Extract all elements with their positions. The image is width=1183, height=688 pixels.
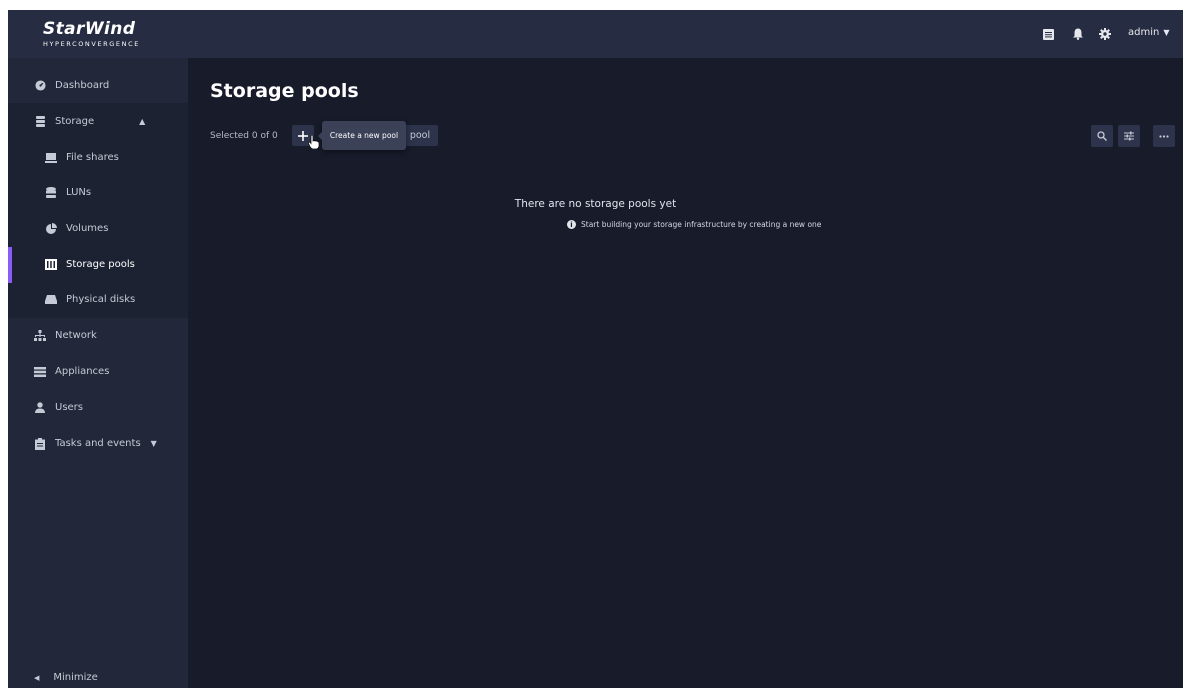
user-icon [34,402,46,414]
hand-cursor-icon [308,135,319,149]
sidebar-item-label: Storage pools [66,259,135,270]
pie-icon [45,223,57,235]
app-window: StarWind HYPERCONVERGENCE Dashboard Stor… [8,10,1183,688]
appliances-icon [34,366,46,378]
user-name: admin [1128,27,1160,38]
sidebar-item-volumes[interactable]: Volumes [8,211,188,246]
chevron-down-icon: ▼ [1163,28,1170,37]
page-title: Storage pools [210,80,359,102]
sidebar-item-label: Network [55,330,97,341]
plus-icon [298,130,308,141]
more-options-button[interactable] [1153,125,1175,147]
sidebar-item-label: LUNs [66,187,92,198]
ellipsis-icon [1159,134,1169,138]
minimize-label: Minimize [53,672,98,683]
chevron-up-icon: ▲ [139,117,146,126]
gear-icon[interactable] [1098,27,1112,41]
logo-subtitle: HYPERCONVERGENCE [43,40,140,48]
luns-icon [45,187,57,199]
sidebar-item-users[interactable]: Users [8,390,188,425]
calendar-icon[interactable] [1041,27,1055,41]
bell-icon[interactable] [1071,27,1085,41]
logo[interactable]: StarWind HYPERCONVERGENCE [8,10,188,58]
dashboard-icon [34,80,46,92]
empty-state-title: There are no storage pools yet [514,198,677,210]
file-shares-icon [45,152,57,164]
minimize-button[interactable]: ◀ Minimize [34,672,98,683]
create-pool-button[interactable]: pool [402,125,438,146]
sidebar-item-network[interactable]: Network [8,318,188,353]
info-icon: i [567,220,576,229]
sidebar-item-label: Users [55,402,84,413]
create-pool-label: pool [409,130,431,141]
sidebar-item-dashboard[interactable]: Dashboard [8,68,188,103]
sidebar-item-label: Storage [55,116,95,127]
storage-pools-icon [45,259,57,271]
sidebar: StarWind HYPERCONVERGENCE Dashboard Stor… [8,10,188,688]
sidebar-item-label: Tasks and events [55,438,141,449]
chevron-left-icon: ◀ [34,673,40,682]
network-icon [34,330,46,342]
search-icon [1097,131,1107,141]
disk-icon [45,294,57,306]
filter-button[interactable] [1118,125,1140,147]
clipboard-icon [34,437,46,450]
sidebar-item-label: Dashboard [55,80,110,91]
sliders-icon [1124,131,1134,141]
sidebar-item-appliances[interactable]: Appliances [8,354,188,389]
selection-count: Selected 0 of 0 [210,131,278,141]
empty-state-text: Start building your storage infrastructu… [581,220,822,229]
search-button[interactable] [1091,125,1113,147]
logo-text: StarWind [43,19,136,39]
database-icon [34,116,46,128]
sidebar-item-label: File shares [66,152,119,163]
empty-state-subtitle: i Start building your storage infrastruc… [567,220,821,229]
sidebar-item-tasks-and-events[interactable]: Tasks and events ▼ [8,426,188,461]
sidebar-item-label: Physical disks [66,294,136,305]
tooltip-text: Create a new pool [329,131,399,140]
sidebar-item-physical-disks[interactable]: Physical disks [8,282,188,317]
sidebar-item-storage[interactable]: Storage ▲ [8,104,188,139]
sidebar-item-file-shares[interactable]: File shares [8,140,188,175]
top-bar: admin ▼ [188,10,1183,58]
sidebar-item-label: Volumes [66,223,109,234]
user-menu[interactable]: admin ▼ [1128,27,1170,38]
sidebar-item-label: Appliances [55,366,110,377]
tooltip: Create a new pool [318,121,406,150]
chevron-down-icon: ▼ [150,439,157,448]
sidebar-item-storage-pools[interactable]: Storage pools [8,247,188,282]
